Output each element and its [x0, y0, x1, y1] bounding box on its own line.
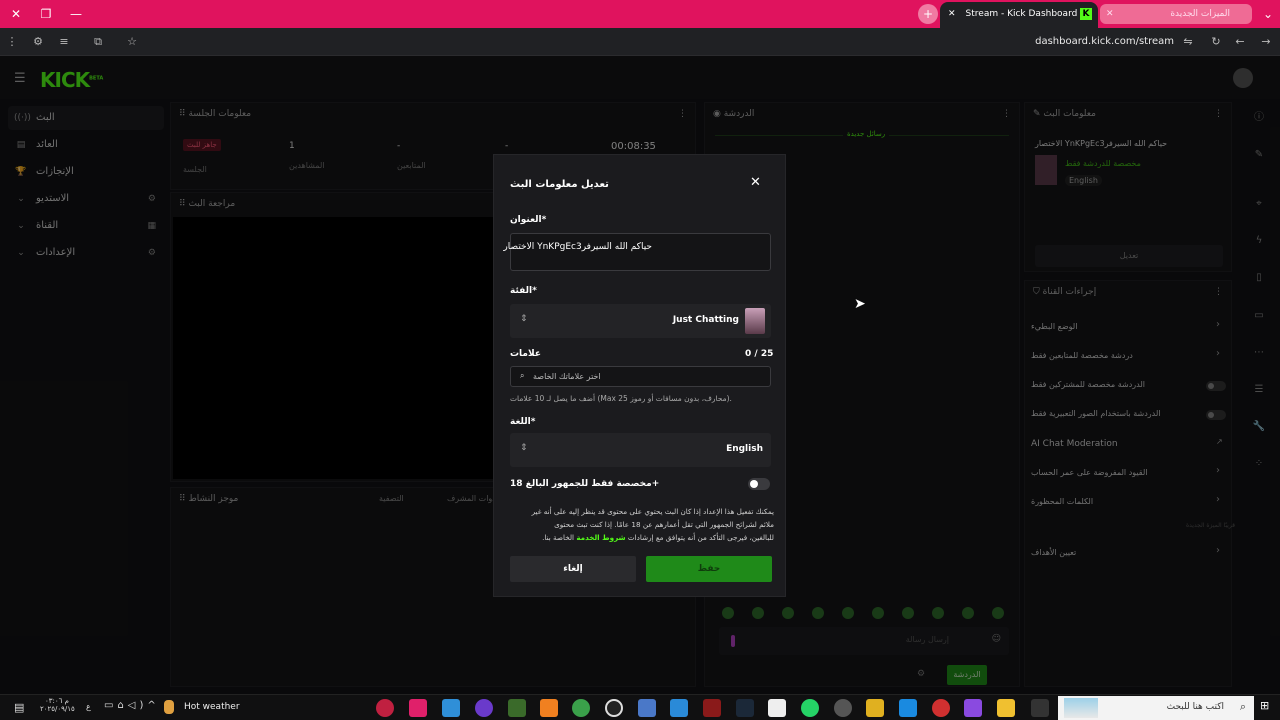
clock-date: ٢٠٢٥/٠٩/١٥: [40, 705, 75, 713]
adult-description: يمكنك تفعيل هذا الإعداد إذا كان البث يحت…: [506, 505, 774, 544]
windows-taskbar: ▤ م ٠٣:٠٦ ٢٠٢٥/٠٩/١٥ ع ▭⌂◁)^ Hot weather…: [0, 694, 1280, 720]
taskbar-search-box[interactable]: اكتب هنا للبحث ⌕: [1058, 696, 1254, 720]
settings-gear-icon[interactable]: [834, 699, 852, 717]
close-icon[interactable]: ✕: [750, 175, 761, 190]
bookmark-star-icon[interactable]: ☆: [124, 34, 140, 50]
app-icon[interactable]: [409, 699, 427, 717]
adult-desc-line: يمكنك تفعيل هذا الإعداد إذا كان البث يحت…: [531, 507, 774, 516]
category-field-label: الفئة*: [510, 286, 537, 296]
tab-title: الميزات الجديدة: [1170, 9, 1230, 19]
title-input[interactable]: الاختصار YnKPgEc3حياكم الله السيرفر: [503, 233, 771, 271]
tab-close-icon[interactable]: ✕: [948, 9, 956, 19]
tags-placeholder: اختر علاماتك الخاصة: [533, 372, 601, 381]
task-view-icon[interactable]: [1031, 699, 1049, 717]
tags-hint: أضف ما يصل لـ 10 علامات (Max 25 محارف، ب…: [510, 394, 732, 403]
adult-toggle-label: مخصصة فقط للجمهور البالغ 18+: [510, 479, 660, 489]
toggle-knob: [750, 480, 758, 488]
weather-icon: [164, 700, 174, 714]
app-icon[interactable]: [866, 699, 884, 717]
mouse-cursor-icon: ➤: [854, 296, 866, 312]
weather-text[interactable]: Hot weather: [184, 702, 240, 712]
adult-desc-line: ملائم لشرائح الجمهور التي تقل أعمارهم عن…: [554, 520, 774, 529]
search-illustration: [1064, 698, 1098, 718]
forward-icon[interactable]: →: [1258, 34, 1274, 50]
adult-desc-text: الخاصة بنا.: [542, 533, 575, 542]
restore-window-icon[interactable]: ❐: [36, 4, 56, 24]
extensions-icon[interactable]: ⚙: [30, 34, 46, 50]
sort-arrows-icon: ⇕: [520, 443, 528, 453]
language-select[interactable]: ⇕ English: [510, 433, 771, 467]
tags-counter: 0 / 25: [745, 349, 774, 359]
category-value: Just Chatting: [672, 315, 739, 325]
tab-title: Stream - Kick Dashboard: [965, 9, 1078, 19]
adult-desc-line: للبالغين، فيرجى التأكد من أنه يتوافق مع …: [506, 531, 774, 544]
adult-only-toggle[interactable]: [748, 478, 770, 490]
app-icon[interactable]: [475, 699, 493, 717]
save-button[interactable]: حفظ: [646, 556, 772, 582]
system-tray-icons[interactable]: ▭⌂◁)^: [104, 700, 160, 711]
whatsapp-icon[interactable]: [801, 699, 819, 717]
url-text[interactable]: dashboard.kick.com/stream: [1035, 36, 1174, 47]
title-field-label: العنوان*: [510, 215, 547, 225]
chrome-icon[interactable]: [572, 699, 590, 717]
tab-close-icon[interactable]: ✕: [1106, 9, 1114, 19]
minimize-window-icon[interactable]: —: [66, 4, 86, 24]
tab-kick-dashboard[interactable]: ✕ Stream - Kick Dashboard K: [940, 2, 1098, 28]
modal-title: تعديل معلومات البث: [510, 179, 609, 190]
reading-list-icon[interactable]: ≡: [56, 34, 72, 50]
category-select[interactable]: ⇕ Just Chatting: [510, 304, 771, 338]
app-icon[interactable]: [508, 699, 526, 717]
reload-icon[interactable]: ↻: [1208, 34, 1224, 50]
windows-start-icon[interactable]: ⊞: [1260, 699, 1276, 715]
app-icon[interactable]: [703, 699, 721, 717]
tab-list-icon[interactable]: ⌄: [1258, 4, 1278, 24]
input-language[interactable]: ع: [86, 702, 91, 711]
language-value: English: [726, 444, 763, 454]
file-explorer-icon[interactable]: [997, 699, 1015, 717]
app-icon[interactable]: [540, 699, 558, 717]
clock[interactable]: م ٠٣:٠٦ ٢٠٢٥/٠٩/١٥: [40, 697, 75, 713]
app-icon[interactable]: [605, 699, 623, 717]
app-icon[interactable]: [442, 699, 460, 717]
close-window-icon[interactable]: ✕: [6, 4, 26, 24]
clock-time: م ٠٣:٠٦: [45, 697, 69, 705]
language-field-label: اللغة*: [510, 417, 536, 427]
edit-stream-info-modal: تعديل معلومات البث ✕ العنوان* الاختصار Y…: [493, 154, 786, 597]
tags-input[interactable]: ⌕ اختر علاماتك الخاصة: [510, 366, 771, 387]
category-thumbnail: [745, 308, 765, 334]
adult-desc-text: للبالغين، فيرجى التأكد من أنه يتوافق مع …: [627, 533, 774, 542]
new-tab-icon[interactable]: +: [918, 4, 938, 24]
back-icon[interactable]: ←: [1232, 34, 1248, 50]
title-input-value: الاختصار YnKPgEc3حياكم الله السيرفر: [503, 242, 652, 252]
app-icon[interactable]: [638, 699, 656, 717]
terms-of-service-link[interactable]: شروط الخدمة: [576, 533, 625, 542]
menu-dots-icon[interactable]: ⋮: [4, 34, 20, 50]
notifications-icon[interactable]: ▤: [14, 701, 24, 714]
kick-favicon: K: [1080, 8, 1092, 20]
site-settings-icon[interactable]: ⇋: [1180, 34, 1196, 50]
app-icon[interactable]: [964, 699, 982, 717]
tab-new-features[interactable]: ✕ الميزات الجديدة: [1100, 4, 1252, 24]
address-bar: ⋮ ⚙ ≡ ⧉ ☆ dashboard.kick.com/stream ⇋ ↻ …: [0, 28, 1280, 56]
browser-titlebar: ✕ ❐ — + ✕ Stream - Kick Dashboard K ✕ الم…: [0, 0, 1280, 28]
chrome-icon[interactable]: [932, 699, 950, 717]
tags-field-label: علامات: [510, 349, 541, 359]
sort-arrows-icon: ⇕: [520, 314, 528, 324]
app-icon[interactable]: [670, 699, 688, 717]
app-icon[interactable]: [376, 699, 394, 717]
cancel-button[interactable]: إلغاء: [510, 556, 636, 582]
search-icon: ⌕: [520, 371, 525, 380]
search-placeholder: اكتب هنا للبحث: [1166, 702, 1224, 712]
search-icon: ⌕: [1239, 700, 1246, 713]
steam-icon[interactable]: [736, 699, 754, 717]
screenshot-icon[interactable]: ⧉: [90, 34, 106, 50]
app-icon[interactable]: [768, 699, 786, 717]
edge-icon[interactable]: [899, 699, 917, 717]
